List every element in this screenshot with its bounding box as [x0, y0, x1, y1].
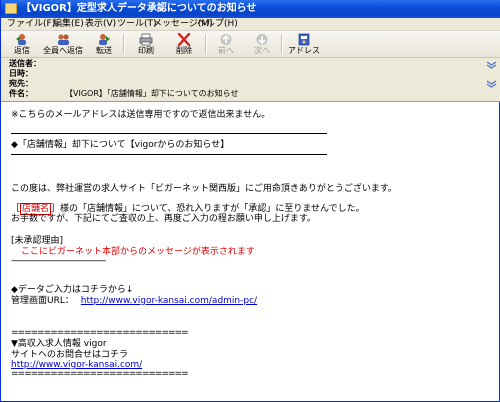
header-to: 宛先： [9, 79, 65, 89]
heading-text: ◆「店舗情報」却下について【vigorからのお知らせ】 [11, 140, 230, 150]
print-icon [139, 33, 153, 46]
menu-view[interactable]: 表示(V) [85, 18, 116, 30]
expand-icon[interactable] [486, 61, 497, 69]
subject-label: 件名： [9, 89, 33, 98]
previous-icon [220, 34, 232, 45]
toolbar-separator [123, 34, 125, 54]
admin-url-row: 管理画面URL： http://www.vigor-kansai.com/adm… [11, 296, 257, 307]
message-headers: 送信者： 日時： 宛先： 件名： 【VIGOR】「店舗情報」却下についてのお知らせ [1, 58, 500, 102]
address-book-button[interactable]: アドレス [287, 33, 321, 55]
message-body: ※こちらのメールアドレスは送信専用ですので返信出来ません。 ◆「店舗情報」却下に… [3, 102, 499, 400]
forward-icon [99, 34, 110, 45]
subject-value: 【VIGOR】「店舗情報」却下についてのお知らせ [65, 89, 239, 98]
menu-help[interactable]: ヘルプ(H) [197, 18, 238, 30]
data-entry-text: ◆データご入力はコチラから↓ [11, 285, 134, 295]
expand-icon[interactable] [486, 80, 497, 88]
toolbar-separator [281, 34, 283, 54]
reason-label: [未承認理由] [11, 236, 64, 246]
header-subject: 件名： 【VIGOR】「店舗情報」却下についてのお知らせ [9, 89, 239, 99]
reason-dash-line: ----------------------------------------… [11, 256, 106, 266]
toolbar-separator [205, 34, 207, 54]
reply-all-icon [58, 34, 69, 45]
divider [11, 133, 327, 134]
menu-tools[interactable]: ツール(T) [117, 18, 157, 30]
equals-divider: =========================== [11, 369, 189, 379]
request-text: お手数ですが、下記にてご査収の上、再度ご入力の程お願い申し上げます。 [11, 214, 316, 224]
reply-icon [16, 34, 26, 45]
reply-button[interactable]: 返信 [7, 33, 37, 55]
admin-url-label: 管理画面URL： [11, 296, 74, 306]
next-icon [256, 34, 268, 45]
address-book-icon [298, 33, 310, 46]
notice-text: ※こちらのメールアドレスは送信専用ですので返信出来ません。 [11, 110, 271, 120]
thanks-text: この度は、弊社運営の求人サイト「ビガーネット関西版」にご用命頂きありがとうござい… [11, 184, 397, 194]
company-text: ▼高収入求人情報 vigor [11, 339, 107, 349]
title-bar[interactable]: 【VIGOR】定型求人データ承認についてのお知らせ [1, 0, 500, 18]
reply-all-button[interactable]: 全員へ返信 [43, 33, 83, 55]
window-title: 【VIGOR】定型求人データ承認についてのお知らせ [21, 3, 257, 14]
delete-button[interactable]: 削除 [169, 33, 199, 55]
from-label: 送信者： [9, 59, 41, 68]
next-button[interactable]: 次へ [249, 33, 275, 55]
forward-button[interactable]: 転送 [89, 33, 119, 55]
previous-button[interactable]: 前へ [213, 33, 239, 55]
message-window: 【VIGOR】定型求人データ承認についてのお知らせ ファイル(F) 編集(E) … [0, 0, 500, 402]
toolbar: 返信 全員へ返信 転送 印刷 削除 前へ 次へ アドレス [1, 31, 500, 58]
delete-icon [177, 33, 191, 46]
header-date: 日時： [9, 69, 65, 79]
menu-edit[interactable]: 編集(E) [53, 18, 84, 30]
print-button[interactable]: 印刷 [131, 33, 161, 55]
date-label: 日時： [9, 69, 33, 78]
divider [11, 154, 327, 155]
header-from: 送信者： [9, 59, 65, 69]
admin-url-link[interactable]: http://www.vigor-kansai.com/admin-pc/ [81, 296, 257, 306]
menu-bar: ファイル(F) 編集(E) 表示(V) ツール(T) メッセージ(M) ヘルプ(… [1, 18, 500, 31]
envelope-icon [5, 3, 17, 14]
to-label: 宛先： [9, 79, 33, 88]
menu-file[interactable]: ファイル(F) [7, 18, 55, 30]
equals-divider: =========================== [11, 328, 189, 338]
